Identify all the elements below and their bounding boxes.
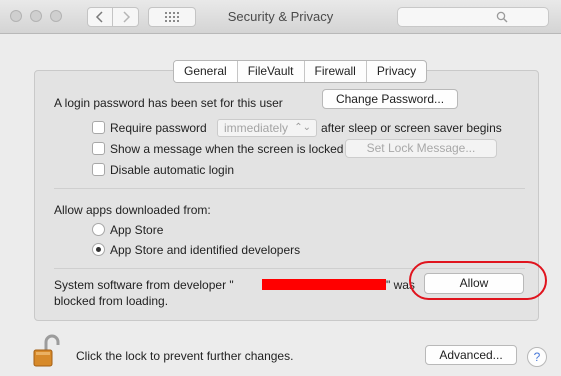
show-message-label: Show a message when the screen is locked	[110, 142, 344, 156]
lock-message: Click the lock to prevent further change…	[76, 349, 294, 363]
search-icon	[496, 11, 508, 23]
search-field[interactable]	[397, 7, 549, 27]
disable-auto-login-label: Disable automatic login	[110, 163, 235, 177]
change-password-button[interactable]: Change Password...	[322, 89, 458, 109]
require-password-delay-select[interactable]: immediately ⌃⌄	[217, 119, 317, 137]
tab-general[interactable]: General	[174, 61, 238, 82]
blocked-message-prefix: System software from developer "	[54, 278, 234, 292]
title-bar: Security & Privacy	[0, 0, 561, 34]
redacted-developer-name	[262, 279, 386, 290]
allow-button-highlight	[409, 261, 547, 300]
after-sleep-label: after sleep or screen saver begins	[321, 121, 502, 135]
require-password-checkbox[interactable]	[92, 121, 105, 134]
lock-icon[interactable]	[32, 334, 60, 368]
require-password-delay-value: immediately	[224, 121, 289, 135]
require-password-label: Require password	[110, 121, 207, 135]
radio-identified-developers-label: App Store and identified developers	[110, 243, 301, 257]
tab-bar: General FileVault Firewall Privacy	[173, 60, 428, 83]
tab-privacy[interactable]: Privacy	[367, 61, 426, 82]
radio-app-store-label: App Store	[110, 223, 164, 237]
login-password-message: A login password has been set for this u…	[54, 96, 283, 110]
stepper-arrows-icon: ⌃⌄	[294, 122, 311, 133]
show-message-checkbox[interactable]	[92, 142, 105, 155]
allow-apps-heading: Allow apps downloaded from:	[54, 203, 211, 217]
help-button[interactable]: ?	[527, 347, 547, 367]
radio-app-store[interactable]	[92, 223, 105, 236]
tab-firewall[interactable]: Firewall	[305, 61, 367, 82]
advanced-button[interactable]: Advanced...	[425, 345, 517, 365]
blocked-message-line2: blocked from loading.	[54, 294, 169, 308]
section-divider	[54, 188, 525, 189]
disable-auto-login-checkbox[interactable]	[92, 163, 105, 176]
tab-filevault[interactable]: FileVault	[238, 61, 305, 82]
radio-identified-developers[interactable]	[92, 243, 105, 256]
set-lock-message-button[interactable]: Set Lock Message...	[345, 139, 497, 158]
